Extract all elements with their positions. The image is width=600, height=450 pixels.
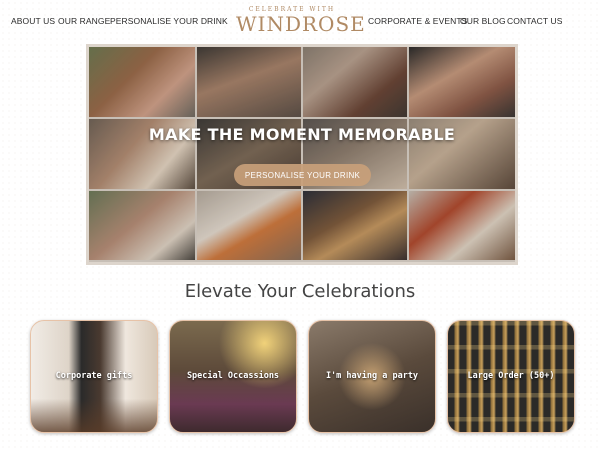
card-label: Large Order (50+) [467, 371, 555, 381]
brand-logo[interactable]: CELEBRATE WITH WINDROSE [236, 6, 366, 38]
card-having-a-party[interactable]: I'm having a party [308, 320, 436, 433]
hero-title: MAKE THE MOMENT MEMORABLE [148, 125, 456, 144]
logo-brand: WINDROSE [236, 12, 366, 36]
card-corporate-gifts[interactable]: Corporate gifts [30, 320, 158, 433]
section-title: Elevate Your Celebrations [184, 281, 416, 302]
card-special-occasions[interactable]: Special Occassions [169, 320, 297, 433]
personalise-drink-button[interactable]: PERSONALISE YOUR DRINK [234, 164, 371, 186]
nav-our-range[interactable]: OUR RANGE [58, 16, 110, 26]
card-label: Corporate gifts [55, 371, 133, 381]
nav-corporate-events[interactable]: CORPORATE & EVENTS [368, 16, 467, 26]
hero-banner: MAKE THE MOMENT MEMORABLE PERSONALISE YO… [86, 44, 518, 265]
nav-our-blog[interactable]: OUR BLOG [460, 16, 506, 26]
nav-contact-us[interactable]: CONTACT US [507, 16, 562, 26]
top-navigation: ABOUT US OUR RANGE PERSONALISE YOUR DRIN… [0, 0, 600, 42]
nav-about-us[interactable]: ABOUT US [11, 16, 55, 26]
hero-overlay [89, 47, 515, 262]
nav-personalise[interactable]: PERSONALISE YOUR DRINK [110, 16, 228, 26]
card-large-order[interactable]: Large Order (50+) [447, 320, 575, 433]
card-label: I'm having a party [325, 371, 419, 381]
card-label: Special Occassions [186, 371, 280, 381]
